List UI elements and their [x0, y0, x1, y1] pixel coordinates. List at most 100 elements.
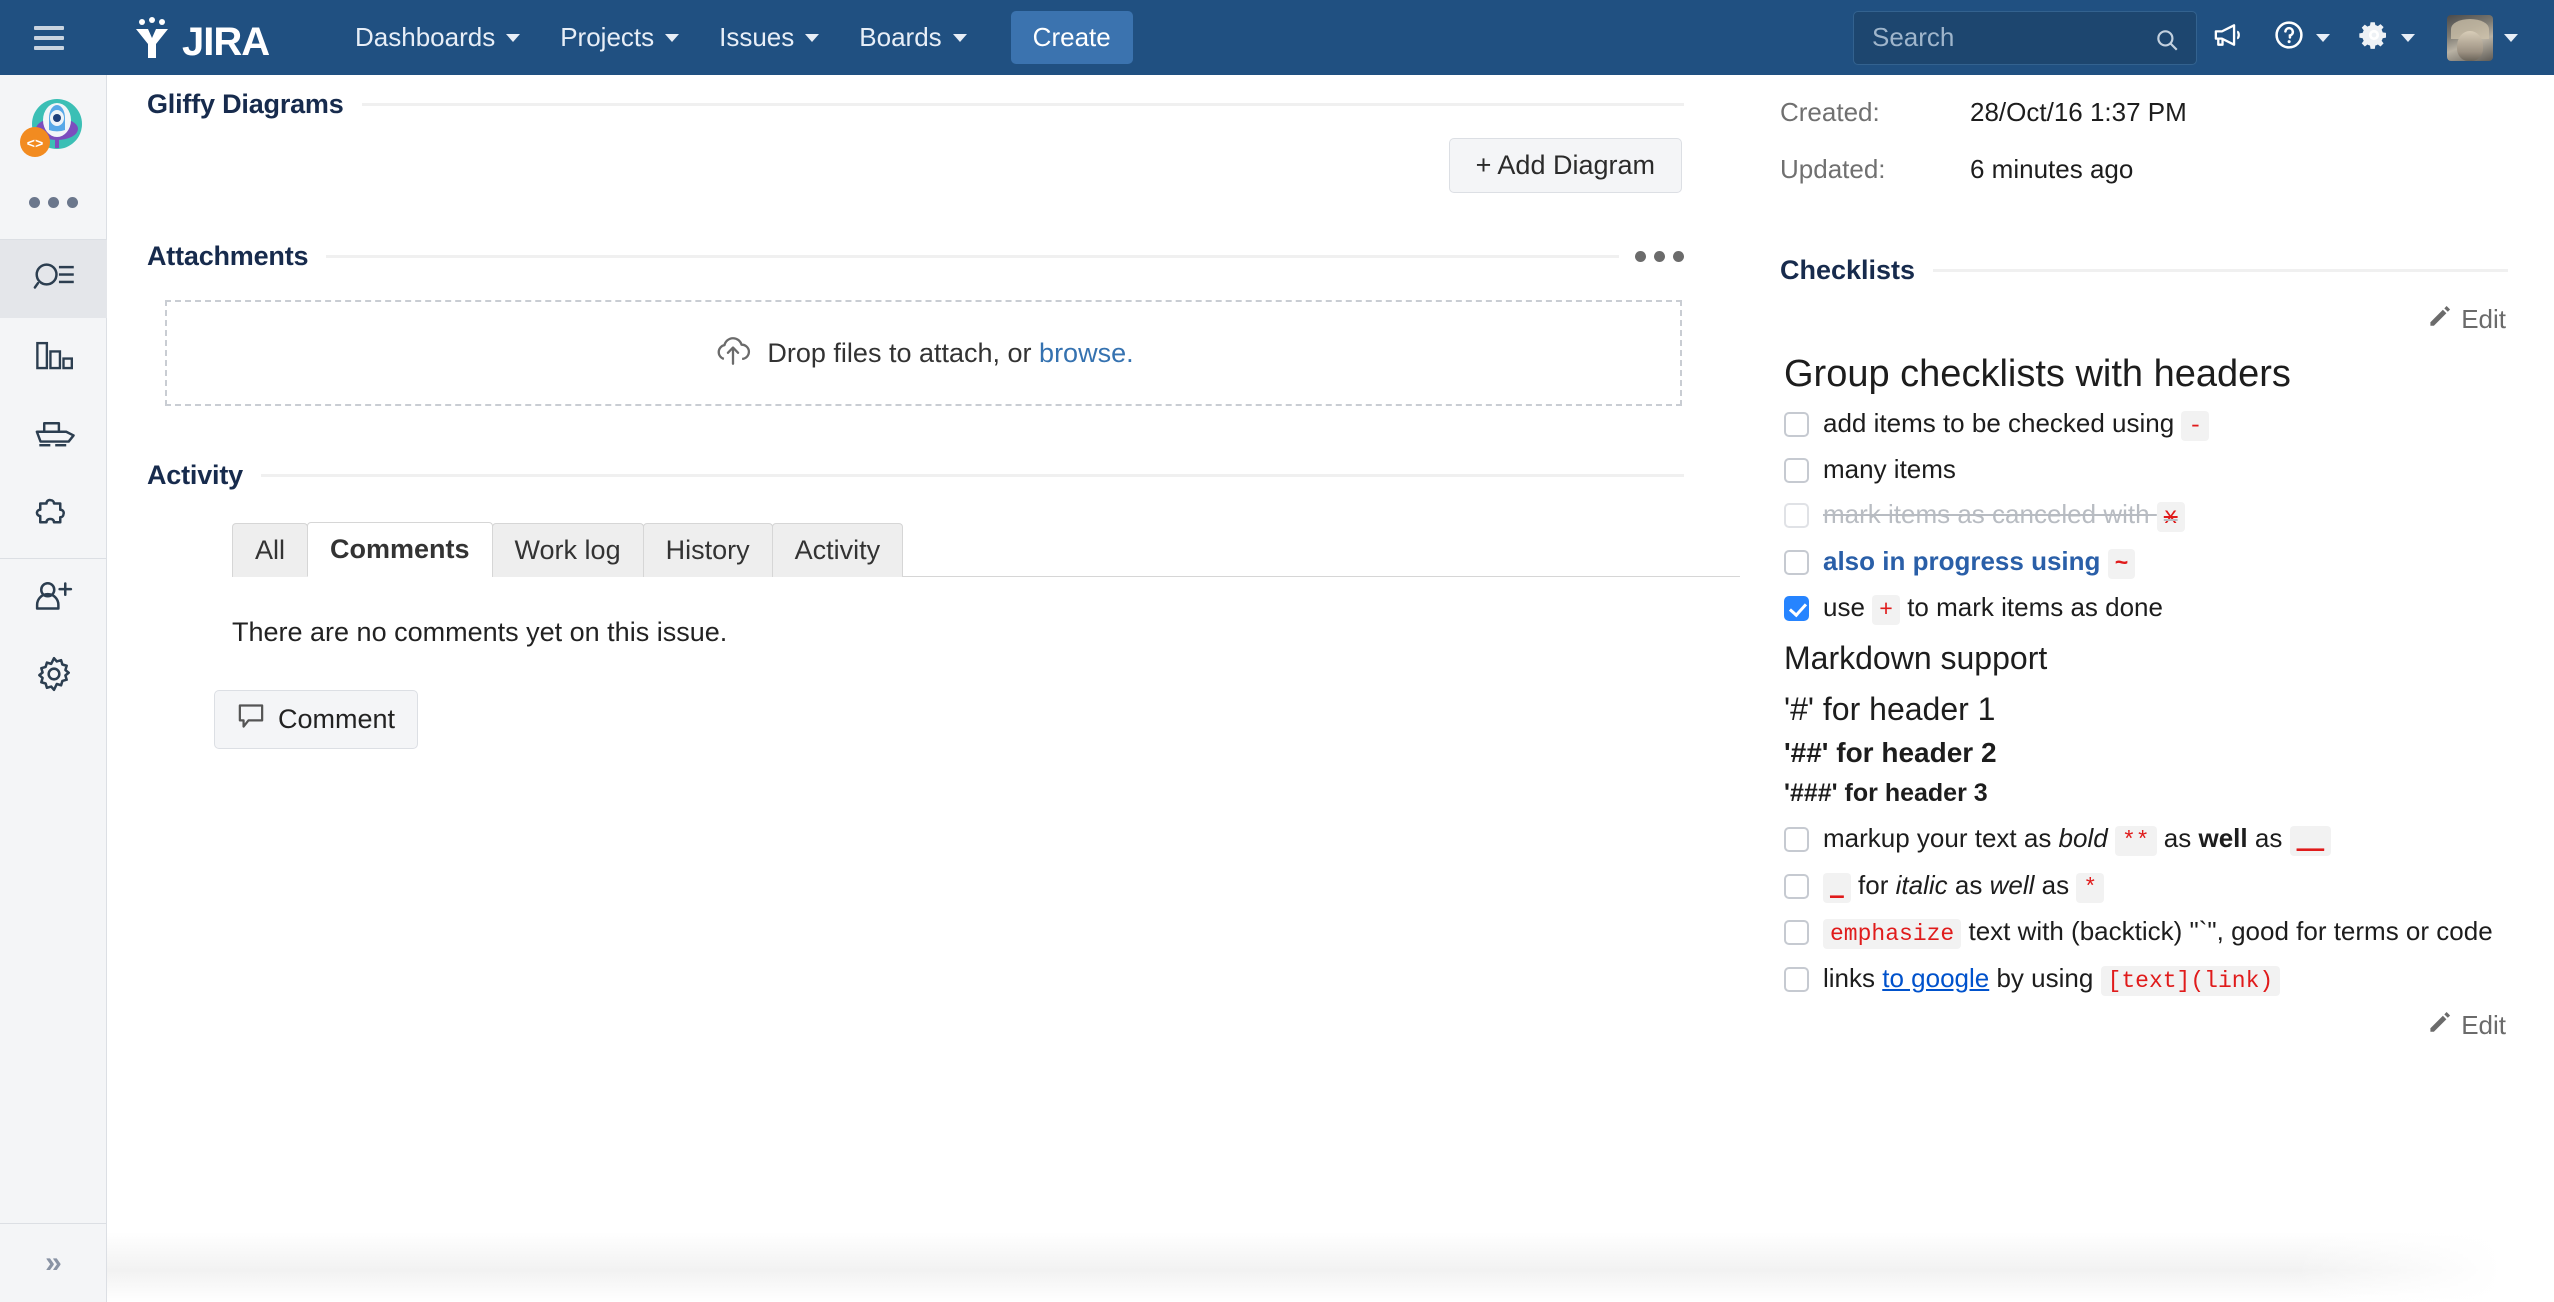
browse-link[interactable]: browse. — [1039, 338, 1134, 368]
dot — [29, 196, 40, 208]
section-divider — [361, 103, 1684, 106]
checklist-checkbox[interactable] — [1784, 458, 1809, 484]
section-divider — [326, 255, 1619, 258]
checklist-item[interactable]: links to google by using [text](link) — [1784, 962, 2530, 996]
bold-text: well — [2198, 823, 2248, 854]
checklist-item-text: _ for italic as well as * — [1823, 869, 2530, 903]
sidebar-item-project-settings[interactable] — [0, 637, 107, 715]
ship-icon — [32, 416, 76, 455]
sidebar-item-invite-people[interactable] — [0, 559, 107, 637]
issue-details-panel: Created: 28/Oct/16 1:37 PM Updated: 6 mi… — [1740, 75, 2554, 1302]
checklist-checkbox[interactable] — [1784, 503, 1809, 529]
checklist-checkbox[interactable] — [1784, 827, 1809, 853]
search-input[interactable] — [1854, 11, 2196, 64]
item-text: by using — [1996, 962, 2094, 993]
settings-button[interactable] — [2344, 0, 2429, 75]
sidebar-expand-button[interactable]: » — [0, 1224, 107, 1302]
help-button[interactable] — [2259, 0, 2344, 75]
checklist-item[interactable]: emphasize text with (backtick) "`", good… — [1784, 915, 2530, 950]
dropzone-text: Drop files to attach, or — [767, 337, 1032, 368]
checklist-item[interactable]: use + to mark items as done — [1784, 591, 2530, 626]
sidebar-item-reports[interactable] — [0, 318, 107, 396]
tab-comments[interactable]: Comments — [307, 522, 493, 577]
checklist-md-h1: '#' for header 1 — [1784, 690, 1996, 727]
puzzle-piece-icon — [34, 494, 74, 533]
markdown-token: [text](link) — [2100, 965, 2281, 996]
checklist-md-h3: '###' for header 3 — [1784, 779, 1988, 808]
item-text: as — [2254, 823, 2283, 854]
item-text: as — [1954, 869, 1983, 900]
announcements-button[interactable] — [2197, 0, 2259, 75]
nav-item-dashboards[interactable]: Dashboards — [335, 0, 540, 75]
checklist-item-text: use + to mark items as done — [1823, 591, 2530, 626]
top-navigation-bar: JIRA Dashboards Projects Issues Boards C… — [0, 0, 2554, 75]
avatar — [2447, 14, 2493, 61]
checklists-edit-top[interactable]: Edit — [1740, 304, 2506, 335]
checklist-header-markdown: Markdown support — [1784, 639, 2048, 676]
checklist-checkbox[interactable] — [1784, 873, 1809, 899]
updated-label: Updated: — [1780, 154, 1886, 184]
nav-right-group — [1853, 0, 2554, 75]
markdown-token: __ — [2289, 826, 2332, 857]
help-icon — [2273, 19, 2305, 56]
checklist-checkbox[interactable] — [1784, 920, 1809, 946]
sidebar-project-avatar[interactable]: <> — [0, 89, 107, 171]
nav-item-label: Issues — [719, 22, 795, 52]
gear-icon — [34, 655, 74, 698]
chevron-down-icon — [805, 33, 820, 42]
checklist-checkbox[interactable] — [1784, 966, 1809, 992]
created-field-row: Created: 28/Oct/16 1:37 PM — [1780, 97, 2554, 128]
item-text: to mark items as done — [1907, 592, 2163, 623]
chevron-down-icon — [952, 33, 967, 42]
dropzone-label: Drop files to attach, or browse. — [767, 338, 1133, 369]
checklist-item[interactable]: markup your text as bold ** as well as _… — [1784, 822, 2530, 857]
checklist-item[interactable]: also in progress using ~ — [1784, 545, 2530, 579]
markdown-token: - — [2181, 410, 2210, 441]
checklist-item-text: markup your text as bold ** as well as _… — [1823, 822, 2530, 857]
attachments-options-button[interactable] — [1635, 251, 1684, 262]
markdown-token: _ — [1823, 872, 1851, 903]
italic-text: bold — [2058, 823, 2108, 854]
markdown-token: emphasize — [1823, 919, 1962, 950]
add-diagram-button[interactable]: + Add Diagram — [1448, 138, 1682, 193]
tab-work-log[interactable]: Work log — [491, 523, 644, 577]
section-divider — [260, 474, 1684, 477]
tab-history[interactable]: History — [642, 523, 773, 577]
checklist-item[interactable]: add items to be checked using - — [1784, 407, 2530, 441]
nav-item-issues[interactable]: Issues — [699, 0, 839, 75]
item-text: as — [2041, 869, 2070, 900]
checklist-checkbox[interactable] — [1784, 596, 1809, 622]
user-profile-button[interactable] — [2429, 0, 2528, 75]
google-link[interactable]: to google — [1882, 963, 1989, 993]
sidebar-item-addons[interactable] — [0, 474, 107, 552]
comment-button[interactable]: Comment — [214, 690, 419, 749]
checklist-item[interactable]: _ for italic as well as * — [1784, 869, 2530, 903]
search-box[interactable] — [1853, 10, 2197, 65]
chevron-down-icon — [2504, 33, 2518, 42]
attachments-title: Attachments — [147, 241, 309, 271]
item-text: add items to be checked using — [1823, 407, 2175, 438]
page-bottom-gradient — [107, 1232, 2554, 1302]
nav-item-boards[interactable]: Boards — [839, 0, 986, 75]
checklists-edit-bottom[interactable]: Edit — [1740, 1010, 2506, 1041]
nav-item-label: Boards — [859, 22, 942, 52]
hamburger-menu-icon[interactable] — [20, 0, 78, 75]
checklist-checkbox[interactable] — [1784, 411, 1809, 437]
tab-all[interactable]: All — [232, 523, 309, 577]
checklist-checkbox[interactable] — [1784, 549, 1809, 575]
checklist-item-text: emphasize text with (backtick) "`", good… — [1823, 915, 2530, 950]
jira-logo[interactable]: JIRA — [120, 0, 295, 75]
project-sidebar: <> » — [0, 75, 107, 1302]
item-text: use — [1823, 592, 1865, 623]
checklist-item[interactable]: mark items as canceled with x — [1784, 498, 2530, 533]
sidebar-item-releases[interactable] — [0, 396, 107, 474]
sidebar-item-issues[interactable] — [0, 240, 107, 318]
sidebar-more-options[interactable] — [0, 171, 107, 233]
checklist-item[interactable]: many items — [1784, 453, 2530, 486]
create-button[interactable]: Create — [1010, 11, 1133, 64]
tab-activity[interactable]: Activity — [771, 523, 904, 577]
dot — [1673, 251, 1684, 262]
nav-item-projects[interactable]: Projects — [540, 0, 699, 75]
gliffy-title: Gliffy Diagrams — [147, 89, 344, 119]
attachment-dropzone[interactable]: Drop files to attach, or browse. — [165, 300, 1682, 406]
